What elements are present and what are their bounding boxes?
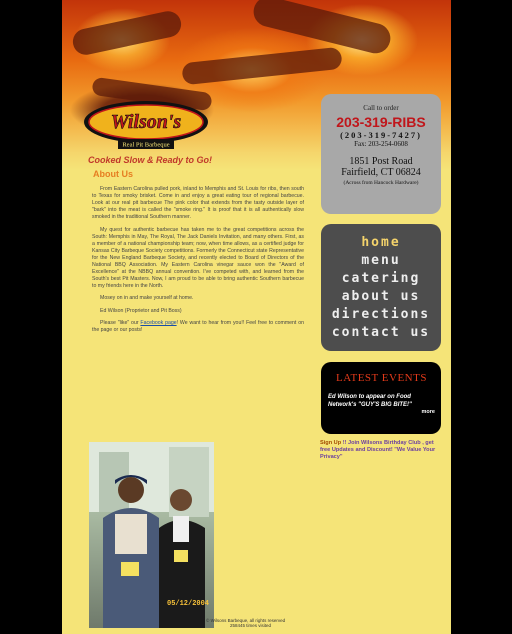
signup-promo: Sign Up !! Join Wilsons Birthday Club , … — [320, 440, 436, 460]
latest-events-box: LATEST EVENTS Ed Wilson to appear on Foo… — [321, 362, 441, 434]
phone-digits: (203-319-7427) — [340, 130, 422, 140]
address-line-2: Fairfield, CT 06824 — [341, 167, 421, 178]
logo-wordmark: Wilson's — [111, 111, 182, 133]
signup-link[interactable]: Sign Up — [320, 440, 341, 446]
order-box: Call to order 203-319-RIBS (203-319-7427… — [321, 94, 441, 214]
section-heading: About Us — [93, 169, 133, 179]
about-content: From Eastern Carolina pulled pork, inlan… — [92, 186, 304, 340]
page: Wilson's Real Pit Barbeque Cooked Slow &… — [62, 0, 451, 634]
address-note: (Across from Hancock Hardware) — [343, 180, 419, 186]
signature: Ed Wilson (Proprietor and Pit Boss) — [100, 307, 182, 314]
owner-photo: 05/12/2004 — [89, 442, 214, 628]
main-nav: home menu catering about us directions c… — [321, 224, 441, 351]
photo-date: 05/12/2004 — [167, 600, 210, 608]
wilsons-logo[interactable]: Wilson's Real Pit Barbeque — [82, 100, 210, 150]
nav-contact-us[interactable]: contact us — [321, 324, 441, 342]
events-title: LATEST EVENTS — [336, 372, 427, 384]
address-line-1: 1851 Post Road — [349, 156, 413, 167]
paragraph: From Eastern Carolina pulled pork, inlan… — [92, 186, 304, 220]
facebook-paragraph: Please "like" our Facebook page! We want… — [92, 320, 304, 333]
nav-about-us[interactable]: about us — [321, 288, 441, 306]
events-more-link[interactable]: more — [328, 409, 435, 415]
facebook-link[interactable]: Facebook page — [140, 320, 176, 326]
phone-number[interactable]: 203-319-RIBS — [321, 114, 441, 130]
nav-catering[interactable]: catering — [321, 270, 441, 288]
nav-menu[interactable]: menu — [321, 252, 441, 270]
tagline: Cooked Slow & Ready to Go! — [88, 155, 213, 165]
event-text[interactable]: Ed Wilson to appear on Food Network's "G… — [328, 393, 435, 409]
fax-number: Fax: 203-254-0608 — [354, 140, 408, 148]
footer-caption: © Wilsons Barbeque, all rights reserved … — [206, 618, 286, 628]
paragraph: Mosey on in and make yourself at home. — [100, 295, 194, 301]
call-to-order: Call to order — [363, 104, 399, 112]
nav-home[interactable]: home — [321, 234, 441, 252]
logo-subtext: Real Pit Barbeque — [122, 142, 169, 149]
paragraph: My quest for authentic barbecue has take… — [92, 226, 304, 289]
nav-directions[interactable]: directions — [321, 306, 441, 324]
